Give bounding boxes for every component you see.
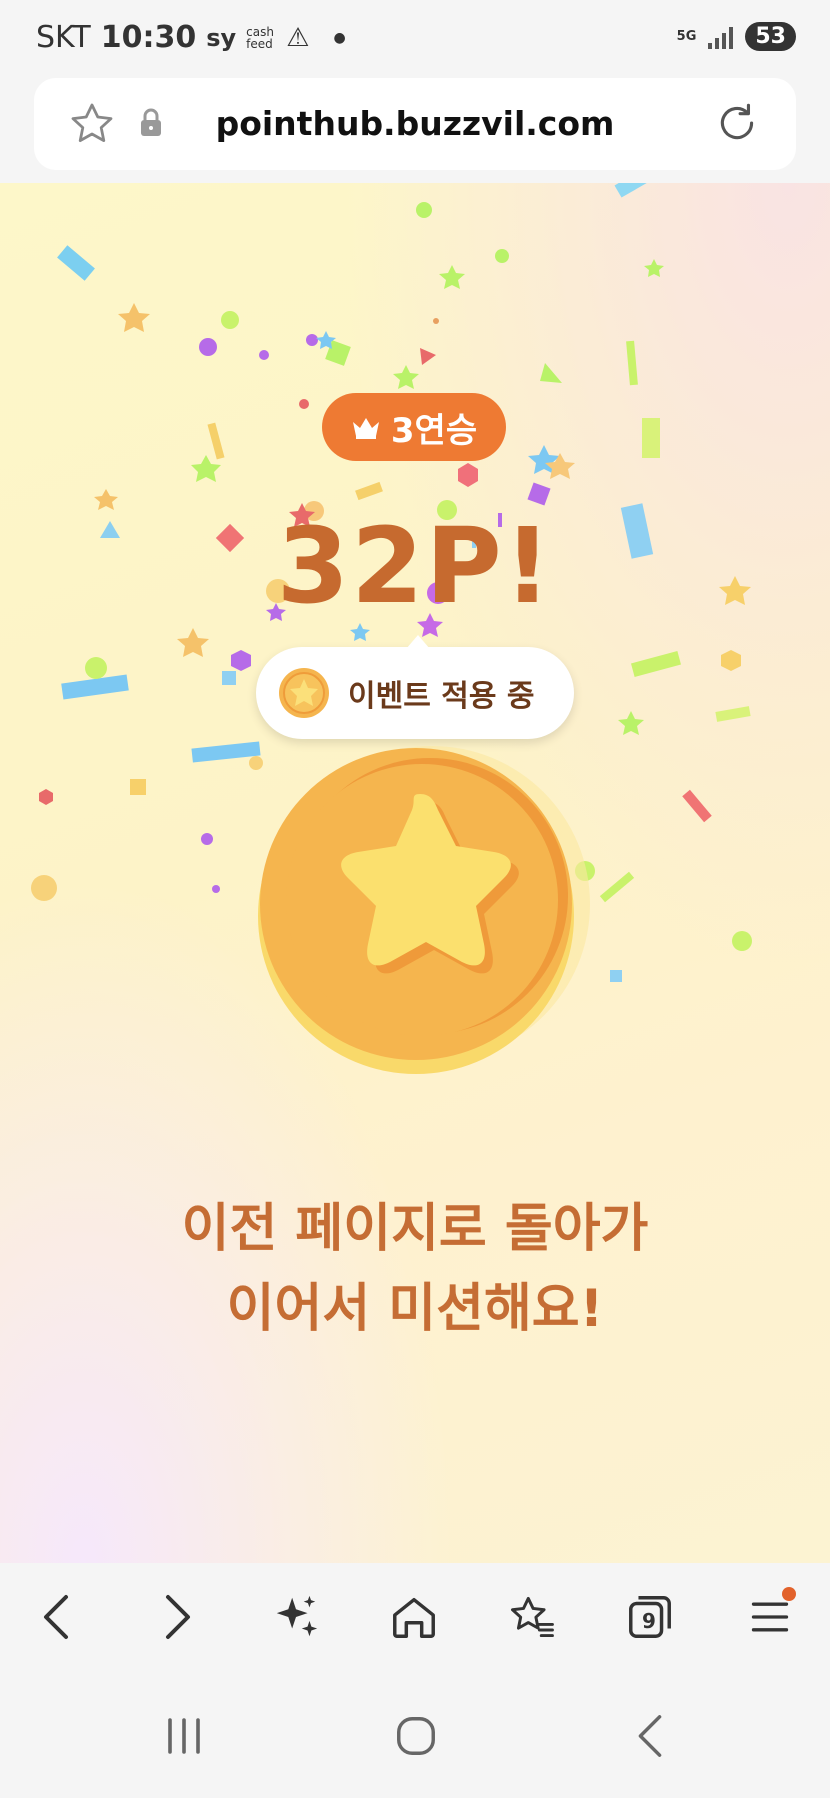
- notification-dot-icon: ●: [333, 29, 346, 46]
- address-bar[interactable]: pointhub.buzzvil.com: [34, 78, 796, 170]
- tabs-count: 9: [642, 1609, 656, 1633]
- event-applied-tooltip: 이벤트 적용 중: [256, 635, 574, 739]
- reward-screen: 3연승 32P! 이벤트 적용 중 이전 페이지로 돌아가 이어서 미션해요!: [0, 183, 830, 1563]
- recent-apps-icon[interactable]: [154, 1711, 214, 1761]
- home-button-icon[interactable]: [386, 1711, 446, 1761]
- bookmarks-icon[interactable]: [500, 1585, 564, 1649]
- win-streak-badge: 3연승: [322, 393, 506, 461]
- event-applied-label: 이벤트 적용 중: [348, 679, 535, 714]
- return-message-line1: 이전 페이지로 돌아가: [181, 1199, 649, 1259]
- status-bar: SKT 10:30 sy cash feed ⚠ ● 5G 53: [0, 0, 830, 74]
- status-left: SKT 10:30 sy cash feed ⚠ ●: [36, 20, 346, 55]
- network-5g-icon: 5G: [676, 29, 697, 44]
- signal-icon: [708, 25, 734, 49]
- forward-icon[interactable]: [146, 1585, 210, 1649]
- cashfeed-app-icon: cash feed: [246, 24, 274, 51]
- battery-indicator: 53: [745, 22, 796, 51]
- return-message-line2: 이어서 미션해요!: [226, 1279, 604, 1339]
- sparkle-icon[interactable]: [264, 1585, 328, 1649]
- notification-badge: [782, 1587, 796, 1601]
- return-message: 이전 페이지로 돌아가 이어서 미션해요!: [0, 1189, 830, 1349]
- tabs-icon[interactable]: 9: [618, 1585, 682, 1649]
- system-back-icon[interactable]: [620, 1711, 680, 1761]
- reload-icon[interactable]: [712, 98, 762, 152]
- points-earned: 32P!: [276, 505, 554, 627]
- sy-app-icon: sy: [206, 23, 237, 52]
- menu-icon[interactable]: [738, 1585, 802, 1649]
- carrier-label: SKT: [36, 20, 91, 55]
- warning-icon: ⚠: [286, 22, 310, 53]
- browser-toolbar: 9: [0, 1563, 830, 1673]
- back-icon[interactable]: [24, 1585, 88, 1649]
- home-icon[interactable]: [382, 1585, 446, 1649]
- win-streak-label: 3연승: [390, 410, 478, 451]
- system-navigation: [0, 1673, 830, 1798]
- coin-star-icon: [279, 668, 329, 718]
- url-text[interactable]: pointhub.buzzvil.com: [34, 104, 796, 143]
- star-coin-icon: [258, 746, 590, 1074]
- status-right: 5G 53: [677, 22, 796, 51]
- clock: 10:30: [100, 20, 197, 55]
- crown-icon: [352, 418, 379, 439]
